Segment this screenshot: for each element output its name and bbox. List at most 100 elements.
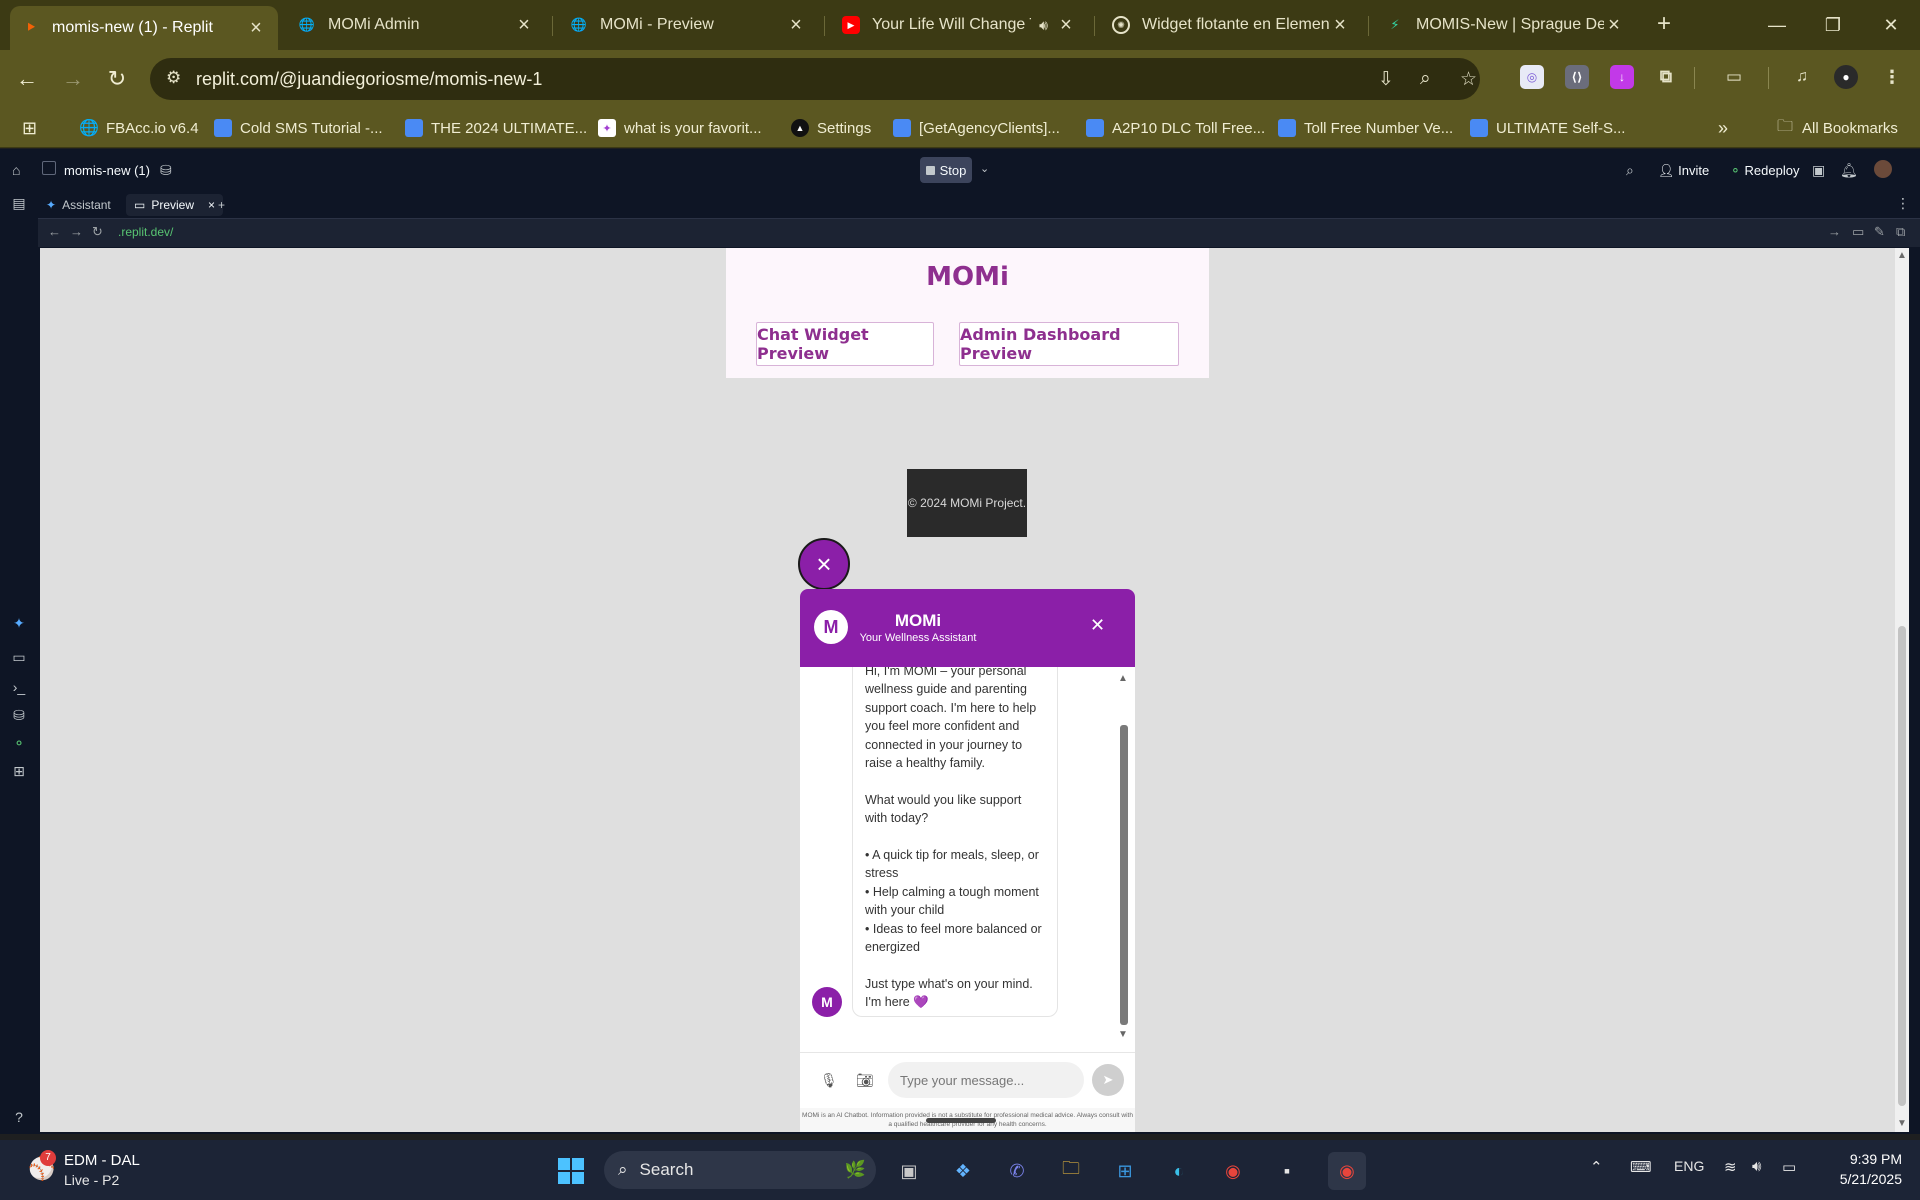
tab-replit[interactable]: ⯈ momis-new (1) - Replit × [10,6,278,50]
chrome-icon[interactable]: ◉ [1214,1152,1252,1190]
file-explorer-icon[interactable]: 🗀 [1052,1152,1090,1190]
chat-scrollbar[interactable]: ▲ ▼ [1118,673,1128,1043]
redeploy-button[interactable]: ⚬ Redeploy [1730,163,1799,179]
close-icon[interactable]: × [246,17,266,40]
close-icon[interactable]: × [514,14,534,37]
tab-momi-preview[interactable]: 🌐 MOMi - Preview × [558,6,818,44]
bookmark-item[interactable]: ▲ Settings [791,116,871,140]
back-icon[interactable]: ← [48,224,61,239]
tab-momi-admin[interactable]: 🌐 MOMi Admin × [286,6,546,44]
more-options-icon[interactable]: ⋮ [1896,195,1910,212]
agent-icon[interactable]: ✦ [10,615,28,632]
chat-toggle-button[interactable]: × [798,538,850,590]
tab-widget-flotante[interactable]: ✺ Widget flotante en Element × [1100,6,1362,44]
more-bookmarks-icon[interactable]: » [1718,116,1728,140]
media-control-icon[interactable]: ♫ [1790,65,1814,89]
scrollbar-thumb[interactable] [1120,725,1128,1025]
more-menu-icon[interactable]: ⋮ [1880,65,1904,89]
reload-button[interactable]: ↻ [102,64,132,94]
chevron-down-icon[interactable]: ⌄ [980,162,989,175]
system-clock[interactable]: 9:39 PM 5/21/2025 [1822,1149,1902,1189]
send-button[interactable]: ➤ [1092,1064,1124,1096]
open-new-window-icon[interactable]: ⧉ [1896,224,1905,240]
add-tab-button[interactable]: + [210,194,233,216]
bell-icon[interactable]: 🔔︎ [1840,162,1858,179]
search-icon[interactable]: ⌕ [1626,162,1634,179]
admin-dashboard-preview-button[interactable]: Admin Dashboard Preview [959,322,1179,366]
help-icon[interactable]: ? [10,1109,28,1125]
bookmark-item[interactable]: ✦ what is your favorit... [598,116,762,140]
database-icon[interactable]: ⛁ [160,162,172,179]
close-window-button[interactable]: ✕ [1866,8,1916,42]
devtools-icon[interactable]: ✎ [1874,224,1885,240]
keyboard-icon[interactable]: ⌨ [1630,1158,1652,1176]
user-avatar[interactable] [1874,160,1892,178]
scroll-up-icon[interactable]: ▲ [1118,673,1128,684]
close-icon[interactable]: × [1330,14,1350,37]
battery-icon[interactable]: ▭ [1782,1158,1796,1176]
database-icon[interactable]: ⛁ [10,707,28,724]
home-icon[interactable]: ⌂ [12,162,20,178]
bookmark-item[interactable]: ULTIMATE Self-S... [1470,116,1625,140]
open-arrow-icon[interactable]: → [1828,224,1841,239]
copilot-icon[interactable]: ❖ [944,1152,982,1190]
chevron-up-icon[interactable]: ⌃ [1590,1158,1603,1176]
close-icon[interactable]: ✕ [1090,615,1105,636]
apps-icon[interactable]: ⊞ [10,763,28,780]
close-icon[interactable]: × [786,14,806,37]
bookmark-item[interactable]: Toll Free Number Ve... [1278,116,1453,140]
invite-button[interactable]: 👤︎ Invite [1658,163,1709,179]
speaker-icon[interactable]: 🔊︎ [1039,17,1048,34]
device-icon[interactable]: ▭ [1852,224,1864,240]
address-bar[interactable]: ⚙ replit.com/@juandiegoriosme/momis-new-… [150,58,1480,100]
scrollbar-thumb[interactable] [1898,626,1906,1106]
all-bookmarks-folder[interactable]: 🗀 All Bookmarks [1776,116,1898,140]
extension-code-icon[interactable]: ⟨⟩ [1565,65,1589,89]
tab-search-icon[interactable]: ▭ [1722,65,1746,89]
scroll-down-icon[interactable]: ▼ [1118,1029,1128,1040]
scroll-down-icon[interactable]: ▼ [1897,1118,1907,1129]
tab-youtube[interactable]: ▶ Your Life Will Change Th 🔊︎ × [830,6,1088,44]
app-icon[interactable]: ▪ [1268,1152,1306,1190]
volume-icon[interactable]: 🔊︎ [1752,1158,1761,1175]
bookmark-item[interactable]: A2P10 DLC Toll Free... [1086,116,1265,140]
shell-icon[interactable]: ›_ [10,679,28,695]
deploy-status-icon[interactable]: ▣ [1812,162,1825,179]
extension-download-icon[interactable]: ↓ [1610,65,1634,89]
minimize-button[interactable]: — [1752,8,1802,42]
stop-button[interactable]: Stop [920,157,972,183]
profile-avatar[interactable]: ● [1834,65,1858,89]
camera-icon[interactable]: 📷︎ [856,1072,874,1089]
scroll-up-icon[interactable]: ▲ [1897,250,1907,261]
task-view-icon[interactable]: ▣ [890,1152,928,1190]
extensions-puzzle-icon[interactable]: ⧉ [1654,65,1678,89]
store-icon[interactable]: ⊞ [1106,1152,1144,1190]
zoom-icon[interactable]: ⌕ [1420,68,1431,90]
preview-scrollbar[interactable]: ▲ ▼ [1895,248,1909,1132]
new-tab-button[interactable]: + [1650,10,1678,38]
bookmark-star-icon[interactable]: ☆ [1460,68,1477,91]
files-icon[interactable]: ▤ [10,195,28,212]
project-name[interactable]: momis-new (1) [64,163,150,178]
deploy-icon[interactable]: ⚬ [10,735,28,752]
chrome-active-icon[interactable]: ◉ [1328,1152,1366,1190]
tab-assistant[interactable]: ✦ Assistant [38,194,119,216]
site-info-icon[interactable]: ⚙ [166,68,181,88]
chat-widget-preview-button[interactable]: Chat Widget Preview [756,322,934,366]
language-indicator[interactable]: ENG [1674,1158,1704,1174]
back-button[interactable]: ← [12,64,42,94]
windows-start-icon[interactable] [552,1152,590,1190]
extension-colorful-icon[interactable]: ◎ [1520,65,1544,89]
preview-url[interactable]: .replit.dev/ [118,225,173,239]
reload-icon[interactable]: ↻ [92,224,103,240]
bookmark-item[interactable]: 🌐 FBAcc.io v6.4 [79,116,199,140]
chat-messages[interactable]: Hi, I'm MOMi – your personal wellness gu… [800,667,1135,1052]
bookmark-item[interactable]: Cold SMS Tutorial -... [214,116,383,140]
teams-icon[interactable]: ✆ [998,1152,1036,1190]
weather-widget[interactable]: ⚾ 7 EDM - DAL Live - P2 [28,1150,218,1190]
microphone-icon[interactable]: 🎙︎ [820,1072,838,1089]
apps-grid-icon[interactable]: ⊞ [22,116,37,140]
tab-preview[interactable]: ▭ Preview × [126,194,224,216]
resize-handle[interactable] [926,1118,996,1123]
wifi-icon[interactable]: ≋ [1724,1158,1737,1176]
